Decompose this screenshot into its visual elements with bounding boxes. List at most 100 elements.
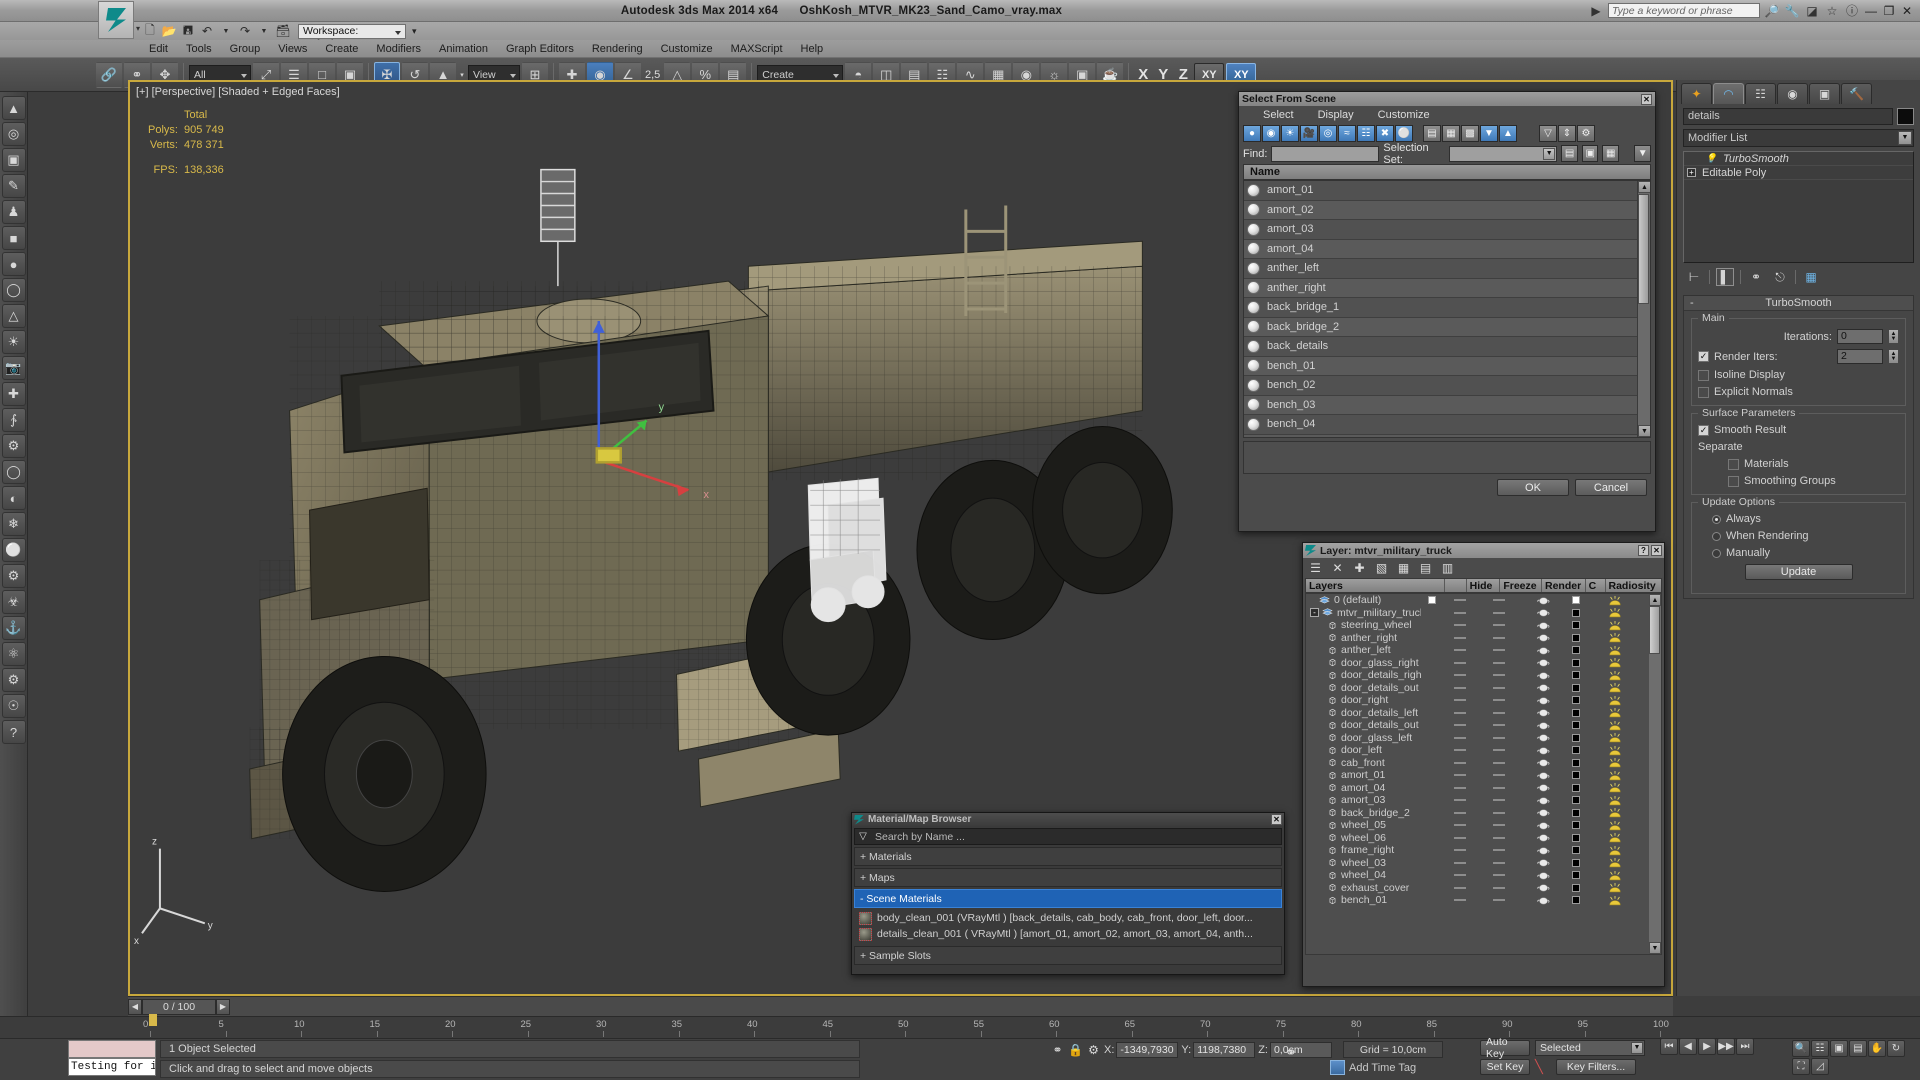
render-iters-input[interactable]: 2 <box>1837 349 1883 364</box>
hide-toggle[interactable] <box>1443 674 1477 677</box>
render-teapot-icon[interactable] <box>1536 671 1550 680</box>
freeze-toggle[interactable] <box>1477 599 1521 602</box>
prev-key-icon[interactable]: ◀ <box>1679 1038 1697 1055</box>
layer-object-row[interactable]: door_details_out <box>1306 682 1661 695</box>
explicit-normals-checkbox[interactable]: ✓ <box>1698 386 1709 398</box>
layer-object-row[interactable]: door_details_left <box>1306 707 1661 720</box>
radiosity-icon[interactable] <box>1607 870 1623 881</box>
render-teapot-icon[interactable] <box>1536 633 1550 642</box>
radiosity-toggle[interactable] <box>1587 845 1643 856</box>
layer-object-row[interactable]: door_details_righ <box>1306 669 1661 682</box>
ok-button[interactable]: OK <box>1497 479 1569 496</box>
menu-create[interactable]: Create <box>316 43 367 55</box>
layer-color-swatch[interactable] <box>1565 758 1587 767</box>
key-mode-combo[interactable]: Selected ▼ <box>1535 1040 1645 1056</box>
layer-color-swatch[interactable] <box>1565 821 1587 830</box>
radiosity-icon[interactable] <box>1607 820 1623 831</box>
radiosity-icon[interactable] <box>1607 645 1623 656</box>
selection-set-combo[interactable]: ▼ <box>1449 145 1558 162</box>
hide-toggle[interactable] <box>1443 899 1477 902</box>
materials-group[interactable]: + Materials <box>854 847 1282 866</box>
layer-color-swatch[interactable] <box>1565 658 1587 667</box>
render-teapot-icon[interactable] <box>1536 771 1550 780</box>
stack-item-editable-poly[interactable]: + Editable Poly <box>1684 166 1913 180</box>
camera-icon[interactable]: 📷 <box>1 356 26 380</box>
scrollbar-down-icon[interactable]: ▼ <box>1638 425 1650 437</box>
layer-object-row[interactable]: exhaust_cover <box>1306 882 1661 895</box>
freeze-toggle[interactable] <box>1477 836 1521 839</box>
layer-color-swatch[interactable] <box>1565 846 1587 855</box>
freeze-toggle[interactable] <box>1477 611 1521 614</box>
display-shapes-icon[interactable]: ◉ <box>1262 125 1280 142</box>
radiosity-icon[interactable] <box>1607 632 1623 643</box>
remove-modifier-icon[interactable]: ⎋ <box>1771 268 1789 286</box>
hide-toggle[interactable] <box>1443 661 1477 664</box>
sfs-menu-customize[interactable]: Customize <box>1366 109 1442 121</box>
render-teapot-icon[interactable] <box>1536 871 1550 880</box>
hide-toggle[interactable] <box>1443 611 1477 614</box>
smooth-result-checkbox[interactable]: ✓ <box>1698 424 1709 436</box>
cylinder-primitive-icon[interactable]: ◯ <box>1 278 26 302</box>
layer-color-swatch[interactable] <box>1565 833 1587 842</box>
hide-toggle[interactable] <box>1443 736 1477 739</box>
materials-checkbox[interactable]: ✓ <box>1728 458 1739 470</box>
tree-view-icon[interactable]: ▩ <box>1461 125 1479 142</box>
render-toggle[interactable] <box>1521 808 1565 817</box>
iterations-spinner[interactable]: ▲ ▼ <box>1888 329 1899 344</box>
layer-row[interactable]: 0 (default) <box>1306 594 1661 607</box>
render-teapot-icon[interactable] <box>1536 833 1550 842</box>
render-teapot-icon[interactable] <box>1536 708 1550 717</box>
menu-tools[interactable]: Tools <box>177 43 221 55</box>
layer-object-row[interactable]: amort_04 <box>1306 782 1661 795</box>
freeze-toggle[interactable] <box>1477 649 1521 652</box>
freeze-toggle[interactable] <box>1477 661 1521 664</box>
update-button[interactable]: Update <box>1744 564 1853 580</box>
hide-toggle[interactable] <box>1443 774 1477 777</box>
help-icon[interactable]: ? <box>1638 545 1649 556</box>
layer-color-swatch[interactable] <box>1565 683 1587 692</box>
menu-modifiers[interactable]: Modifiers <box>367 43 430 55</box>
close-button[interactable]: ✕ <box>1900 4 1914 18</box>
layer-color-swatch[interactable] <box>1565 596 1587 605</box>
filter-icon[interactable]: ▽ <box>1539 125 1557 142</box>
listener-output-pane[interactable] <box>68 1040 156 1058</box>
next-key-icon[interactable]: ▶▶ <box>1717 1038 1735 1055</box>
layer-object-row[interactable]: wheel_06 <box>1306 832 1661 845</box>
layer-color-swatch[interactable] <box>1565 733 1587 742</box>
iterations-input[interactable]: 0 <box>1837 329 1883 344</box>
render-toggle[interactable] <box>1521 683 1565 692</box>
render-toggle[interactable] <box>1521 733 1565 742</box>
coord-y-input[interactable]: 1198,7380 <box>1193 1041 1256 1058</box>
layer-color-swatch[interactable] <box>1565 796 1587 805</box>
freeze-toggle[interactable] <box>1477 624 1521 627</box>
col-render[interactable]: Render <box>1542 579 1586 592</box>
expand-all-icon[interactable]: ▼ <box>1480 125 1498 142</box>
layer-row[interactable]: -mtvr_military_truck✓ <box>1306 607 1661 620</box>
pan-icon[interactable]: ✋ <box>1868 1040 1886 1057</box>
layer-object-row[interactable]: door_glass_right <box>1306 657 1661 670</box>
col-layers[interactable]: Layers <box>1306 579 1445 592</box>
render-teapot-icon[interactable] <box>1536 883 1550 892</box>
radiosity-icon[interactable] <box>1607 795 1623 806</box>
radiosity-icon[interactable] <box>1607 832 1623 843</box>
selection-tools-icon[interactable]: ▣ <box>1 148 26 172</box>
render-toggle[interactable] <box>1521 883 1565 892</box>
layer-manager-dialog[interactable]: Layer: mtvr_military_truck ? ✕ ☰ ✕ ✚ ▧ ▦… <box>1302 542 1665 987</box>
render-tool-icon[interactable]: ⚙ <box>1 564 26 588</box>
scene-object-row[interactable]: amort_01 <box>1244 181 1650 201</box>
box-primitive-icon[interactable]: ■ <box>1 226 26 250</box>
show-end-result-icon[interactable]: ▌ <box>1716 268 1734 286</box>
modifier-list-combo[interactable]: Modifier List ▼ <box>1683 129 1914 147</box>
hide-toggle[interactable] <box>1443 649 1477 652</box>
layer-list[interactable]: 0 (default)-mtvr_military_truck✓steering… <box>1305 593 1662 955</box>
col-hide[interactable]: Hide <box>1467 579 1501 592</box>
layer-current-toggle[interactable] <box>1421 596 1443 605</box>
radiosity-icon[interactable] <box>1607 707 1623 718</box>
menu-group[interactable]: Group <box>221 43 270 55</box>
time-slider-bar[interactable]: ◀ 0 / 100 ▶ <box>128 996 1673 1016</box>
layer-object-row[interactable]: steering_wheel <box>1306 619 1661 632</box>
particles-icon[interactable]: ❄ <box>1 512 26 536</box>
track-bar-ruler[interactable]: 0 5 10 15 20 25 30 35 40 45 50 55 60 65 70 75 80 85 90 95 10… <box>0 1016 1920 1038</box>
render-toggle[interactable] <box>1521 746 1565 755</box>
select-from-scene-dialog[interactable]: Select From Scene ✕ Select Display Custo… <box>1238 91 1656 532</box>
